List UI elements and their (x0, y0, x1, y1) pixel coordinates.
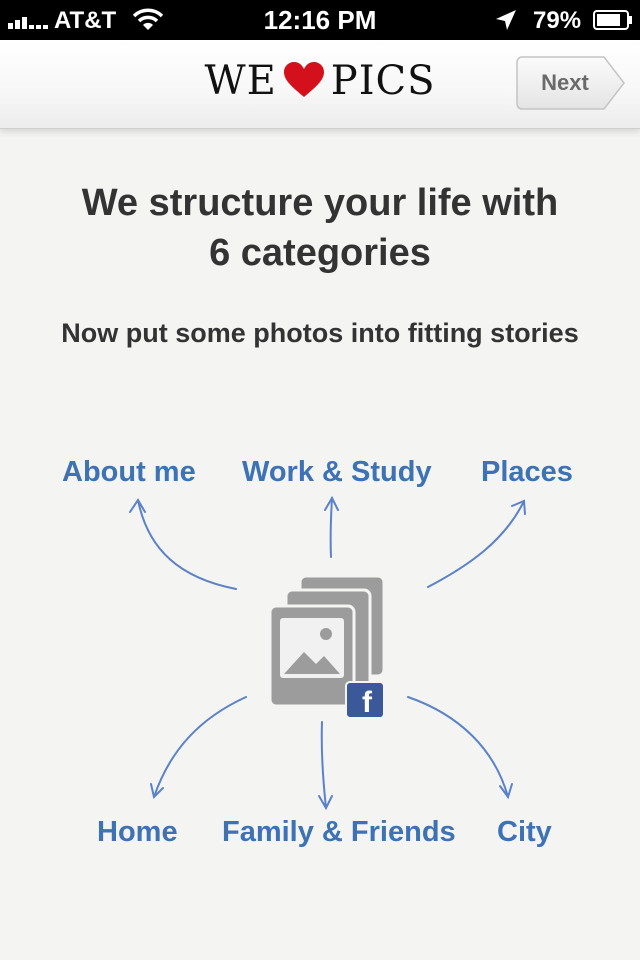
arrow-to-city (407, 696, 509, 798)
arrow-to-home (153, 696, 247, 798)
arrow-to-family-friends (320, 721, 327, 809)
arrow-to-places (427, 500, 525, 588)
category-arrows (129, 495, 526, 811)
arrow-to-work-study (329, 497, 333, 558)
svg-text:f: f (362, 686, 373, 719)
arrow-to-about-me (137, 499, 237, 590)
photo-stack-facebook-icon: f (268, 574, 386, 719)
